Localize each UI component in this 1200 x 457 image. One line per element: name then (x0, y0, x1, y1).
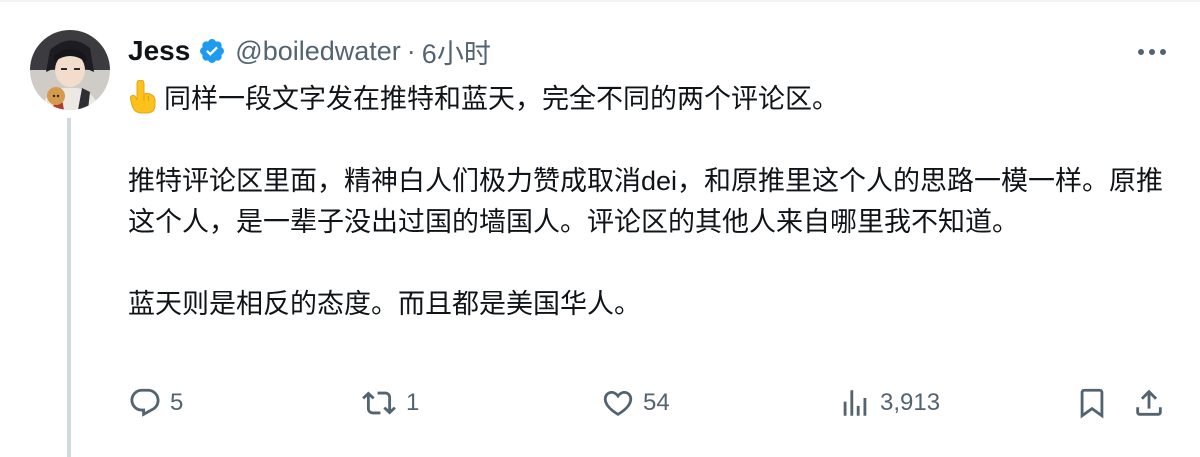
like-count: 54 (643, 389, 670, 416)
action-bar: 5 1 54 3,913 (128, 383, 1178, 423)
reply-bubble-icon (130, 388, 160, 417)
share-button[interactable] (1132, 383, 1166, 423)
repost-count: 1 (406, 389, 420, 416)
avatar[interactable] (30, 30, 110, 110)
post-paragraph-1-text: 同样一段文字发在推特和蓝天，完全不同的两个评论区。 (164, 84, 839, 114)
separator-dot: · (406, 35, 416, 66)
heart-icon (603, 390, 633, 416)
bookmark-icon (1080, 388, 1104, 419)
bookmark-button[interactable] (1075, 383, 1109, 423)
verified-badge-icon[interactable] (198, 37, 226, 65)
post-paragraph-3: 蓝天则是相反的态度。而且都是美国华人。 (128, 289, 641, 319)
author-handle[interactable]: @boiledwater (235, 36, 401, 67)
post-paragraph-1: 同样一段文字发在推特和蓝天，完全不同的两个评论区。 (128, 79, 1178, 120)
views-count: 3,913 (880, 389, 941, 416)
top-divider (0, 0, 1200, 2)
post-paragraph-2: 推特评论区里面，精神白人们极力赞成取消dei，和原推里这个人的思路一模一样。原推… (128, 166, 1164, 237)
bar-chart-icon (843, 390, 867, 416)
reply-count: 5 (170, 389, 184, 416)
repost-button[interactable]: 1 (360, 383, 419, 423)
pointing-up-icon (128, 79, 158, 114)
post-time[interactable]: 6小时 (422, 32, 491, 71)
share-upload-icon (1136, 389, 1162, 416)
reply-button[interactable]: 5 (128, 383, 183, 423)
avatar-illustration (30, 30, 110, 110)
more-dots-icon[interactable] (1130, 37, 1174, 67)
repost-arrows-icon (362, 391, 396, 415)
like-button[interactable]: 54 (601, 383, 670, 423)
post-header: Jess @boiledwater · 6小时 (128, 31, 491, 71)
author-name[interactable]: Jess (128, 35, 190, 67)
post-text: 同样一段文字发在推特和蓝天，完全不同的两个评论区。 推特评论区里面，精神白人们极… (128, 79, 1178, 325)
thread-line (67, 118, 71, 457)
views-button[interactable]: 3,913 (838, 383, 940, 423)
